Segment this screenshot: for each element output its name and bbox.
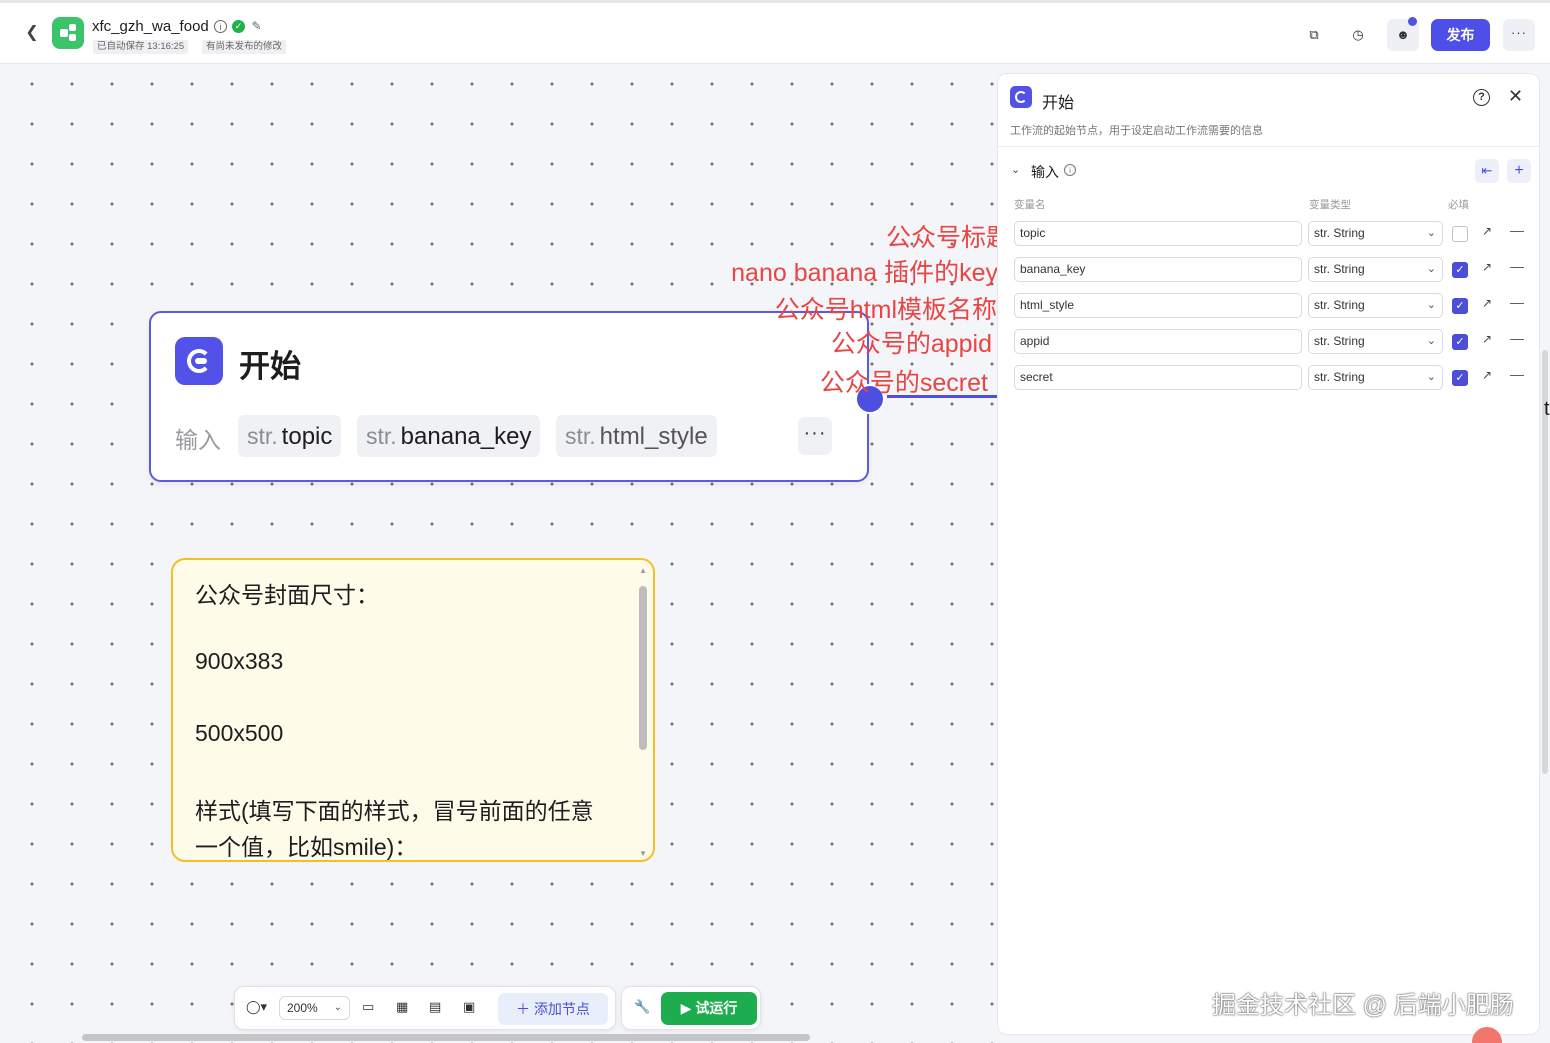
annotation-topic: 公众号标题: [885, 224, 998, 252]
canvas-toolbar: ◯▾ 200% ⌄ ▭ ▦ ▤ ▣ ＋ 添加节点: [234, 986, 616, 1030]
horizontal-scrollbar[interactable]: [82, 1034, 810, 1041]
remove-icon[interactable]: —: [1510, 222, 1524, 238]
remove-icon[interactable]: —: [1510, 366, 1524, 382]
note-line: 一个值，比如smile)：: [195, 834, 418, 860]
variable-row: banana_key str. String ⌄ ✓ ↗ —: [998, 257, 1539, 285]
required-checkbox[interactable]: ✓: [1452, 298, 1468, 314]
annotation-appid: 公众号的appid: [830, 330, 992, 358]
variable-type-select[interactable]: str. String ⌄: [1308, 221, 1443, 246]
notification-dot: [1408, 17, 1417, 26]
back-icon[interactable]: ❮: [22, 23, 42, 43]
variable-row: topic str. String ⌄ ↗ —: [998, 221, 1539, 249]
start-node-title: 开始: [239, 349, 301, 384]
check-icon: ✓: [232, 20, 245, 33]
mouse-mode-icon[interactable]: ◯▾: [246, 999, 267, 1015]
image-icon[interactable]: ▤: [429, 999, 441, 1015]
import-icon[interactable]: ⇤: [1475, 159, 1499, 183]
required-checkbox[interactable]: [1452, 226, 1468, 242]
required-checkbox[interactable]: ✓: [1452, 262, 1468, 278]
test-run-button[interactable]: ▶ 试运行: [661, 992, 757, 1025]
variable-row: html_style str. String ⌄ ✓ ↗ —: [998, 293, 1539, 321]
variable-row: appid str. String ⌄ ✓ ↗ —: [998, 329, 1539, 357]
autosave-status: 已自动保存 13:16:25: [93, 40, 189, 54]
collaborators-icon[interactable]: ☻: [1387, 17, 1419, 51]
variable-name-input[interactable]: banana_key: [1014, 257, 1302, 282]
remove-icon[interactable]: —: [1510, 330, 1524, 346]
column-header-required: 必填: [1448, 199, 1469, 211]
start-node-icon: [1010, 86, 1032, 108]
expand-icon[interactable]: ↗: [1482, 296, 1492, 310]
variable-name-input[interactable]: topic: [1014, 221, 1302, 246]
divider: [998, 146, 1539, 147]
minimap-icon[interactable]: ▣: [463, 999, 475, 1015]
variable-row: secret str. String ⌄ ✓ ↗ —: [998, 365, 1539, 393]
scroll-up-icon[interactable]: ▲: [639, 566, 647, 575]
note-line: 500x500: [195, 720, 284, 746]
node-input-label: 输入: [175, 427, 221, 453]
variable-type-select[interactable]: str. String ⌄: [1308, 293, 1443, 318]
remove-icon[interactable]: —: [1510, 294, 1524, 310]
comment-icon[interactable]: ▭: [362, 999, 374, 1015]
input-chip-html-style: str. html_style: [556, 415, 717, 457]
remove-icon[interactable]: —: [1510, 258, 1524, 274]
section-title: 输入: [1031, 164, 1059, 180]
node-more-button[interactable]: ···: [798, 417, 832, 455]
info-icon[interactable]: i: [1064, 164, 1076, 176]
info-icon[interactable]: i: [214, 20, 227, 33]
panel-title: 开始: [1042, 95, 1075, 112]
app-logo: [52, 17, 84, 49]
edge-text: t: [1544, 398, 1550, 420]
scroll-down-icon[interactable]: ▼: [639, 849, 647, 858]
variable-type-select[interactable]: str. String ⌄: [1308, 257, 1443, 282]
top-bar: ❮ xfc_gzh_wa_food i ✓ ✎ 已自动保存 13:16:25 有…: [0, 0, 1550, 64]
variable-name-input[interactable]: html_style: [1014, 293, 1302, 318]
workflow-canvas[interactable]: 开始 输入 str. topic str. banana_key str. html_…: [0, 64, 998, 1043]
history-icon[interactable]: ◷: [1345, 22, 1371, 48]
chevron-down-icon[interactable]: ⌄: [1011, 163, 1020, 176]
expand-icon[interactable]: ↗: [1482, 332, 1492, 346]
input-chip-topic: str. topic: [238, 415, 342, 457]
unpublished-badge: 有尚未发布的修改: [202, 40, 287, 54]
publish-button[interactable]: 发布: [1431, 19, 1490, 51]
app-title: xfc_gzh_wa_food: [92, 18, 209, 35]
required-checkbox[interactable]: ✓: [1452, 370, 1468, 386]
required-checkbox[interactable]: ✓: [1452, 334, 1468, 350]
wrench-icon[interactable]: 🔧: [634, 999, 650, 1015]
expand-icon[interactable]: ↗: [1482, 368, 1492, 382]
sticky-note[interactable]: 公众号封面尺寸： 900x383 500x500 样式(填写下面的样式，冒号前面…: [171, 558, 655, 862]
variable-type-select[interactable]: str. String ⌄: [1308, 329, 1443, 354]
input-chip-banana-key: str. banana_key: [357, 415, 541, 457]
annotation-html-style: 公众号html模板名称: [774, 296, 997, 324]
edit-icon[interactable]: ✎: [250, 20, 263, 33]
watermark: 掘金技术社区 @ 后端小肥肠: [1212, 992, 1514, 1019]
run-toolbar: 🔧 ▶ 试运行: [621, 986, 761, 1030]
expand-icon[interactable]: ↗: [1482, 260, 1492, 274]
start-node[interactable]: 开始 输入 str. topic str. banana_key str. html_…: [149, 311, 869, 482]
variable-name-input[interactable]: appid: [1014, 329, 1302, 354]
expand-icon[interactable]: ↗: [1482, 224, 1492, 238]
copy-icon[interactable]: ⧉: [1301, 22, 1327, 48]
node-settings-panel: 开始 ? ✕ 工作流的起始节点，用于设定启动工作流需要的信息 ⌄ 输入 i ⇤ …: [997, 73, 1540, 1035]
column-header-type: 变量类型: [1309, 199, 1351, 211]
add-variable-button[interactable]: +: [1507, 159, 1531, 183]
layout-icon[interactable]: ▦: [396, 999, 408, 1015]
close-icon[interactable]: ✕: [1508, 86, 1523, 107]
variable-name-input[interactable]: secret: [1014, 365, 1302, 390]
annotation-secret: 公众号的secret: [819, 369, 988, 397]
annotation-banana-key: nano banana 插件的key: [731, 259, 998, 287]
zoom-select[interactable]: 200% ⌄: [279, 996, 350, 1020]
help-icon[interactable]: ?: [1473, 89, 1490, 106]
panel-description: 工作流的起始节点，用于设定启动工作流需要的信息: [1010, 125, 1263, 137]
variable-type-select[interactable]: str. String ⌄: [1308, 365, 1443, 390]
note-line: 样式(填写下面的样式，冒号前面的任意: [195, 798, 594, 824]
note-scrollbar[interactable]: [639, 586, 647, 750]
note-line: 900x383: [195, 648, 284, 674]
column-header-name: 变量名: [1014, 199, 1046, 211]
add-node-button[interactable]: ＋ 添加节点: [498, 993, 608, 1025]
note-line: 公众号封面尺寸：: [195, 582, 379, 608]
start-node-icon: [175, 337, 223, 385]
more-icon[interactable]: ···: [1503, 19, 1535, 51]
